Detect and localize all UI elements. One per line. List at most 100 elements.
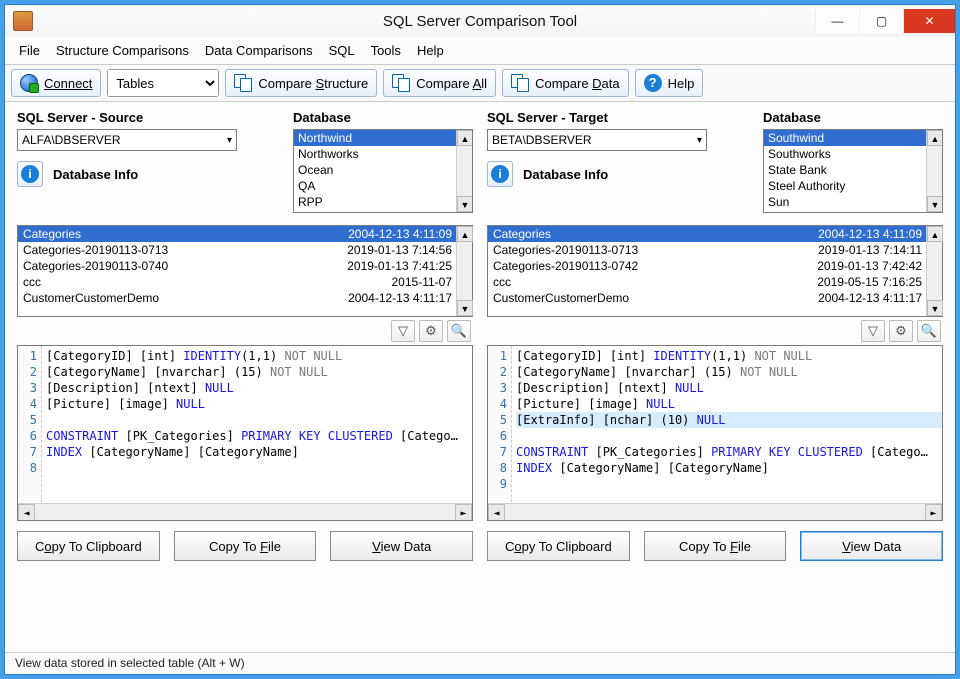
source-view-data-button[interactable]: View Data: [330, 531, 473, 561]
gear-icon: ⚙: [425, 323, 437, 339]
toolbar: Connect Tables Compare Structure Compare…: [5, 65, 955, 102]
search-icon: 🔍: [451, 323, 467, 339]
target-pane: SQL Server - Target BETA\DBSERVER ▾ i Da…: [487, 110, 943, 646]
help-icon: ?: [644, 74, 662, 92]
close-button[interactable]: ✕: [903, 9, 955, 33]
menu-help[interactable]: Help: [417, 43, 444, 58]
target-code-view[interactable]: 123456789 [CategoryID] [int] IDENTITY(1,…: [487, 345, 943, 521]
source-db-info-button[interactable]: i: [17, 161, 43, 187]
list-item[interactable]: Northworks: [294, 146, 472, 162]
scroll-down-icon[interactable]: ▼: [927, 196, 943, 212]
app-window: SQL Server Comparison Tool — ▢ ✕ File St…: [4, 4, 956, 675]
source-mini-toolbar: ▽ ⚙ 🔍: [17, 317, 473, 345]
scroll-down-icon[interactable]: ▼: [457, 300, 473, 316]
scroll-up-icon[interactable]: ▲: [457, 226, 473, 242]
list-item[interactable]: QA: [294, 178, 472, 194]
connect-button[interactable]: Connect: [11, 69, 101, 97]
scrollbar[interactable]: ▲ ▼: [456, 130, 472, 212]
scroll-right-icon[interactable]: ►: [925, 504, 942, 521]
target-database-list[interactable]: SouthwindSouthworksState BankSteel Autho…: [763, 129, 943, 213]
list-item[interactable]: Northwind: [294, 130, 472, 146]
settings-button[interactable]: ⚙: [419, 320, 443, 342]
list-item[interactable]: Steel Authority: [764, 178, 942, 194]
menu-data[interactable]: Data Comparisons: [205, 43, 313, 58]
table-row[interactable]: Categories-20190113-07132019-01-13 7:14:…: [488, 242, 942, 258]
line-gutter: 12345678: [18, 346, 42, 502]
table-row[interactable]: Categories-20190113-07132019-01-13 7:14:…: [18, 242, 472, 258]
menu-file[interactable]: File: [19, 43, 40, 58]
list-item[interactable]: Sun: [764, 194, 942, 210]
scroll-left-icon[interactable]: ◄: [18, 504, 35, 521]
source-tables-list[interactable]: Categories2004-12-13 4:11:09Categories-2…: [17, 225, 473, 317]
titlebar: SQL Server Comparison Tool — ▢ ✕: [5, 5, 955, 37]
object-type-select[interactable]: Tables: [107, 69, 219, 97]
filter-button[interactable]: ▽: [861, 320, 885, 342]
table-row[interactable]: CustomerCustomerDemo2004-12-13 4:11:17: [488, 290, 942, 306]
minimize-button[interactable]: —: [815, 9, 859, 33]
scroll-down-icon[interactable]: ▼: [927, 300, 943, 316]
scroll-up-icon[interactable]: ▲: [457, 130, 473, 146]
target-tables-list[interactable]: Categories2004-12-13 4:11:09Categories-2…: [487, 225, 943, 317]
workspace: SQL Server - Source ALFA\DBSERVER ▾ i Da…: [5, 102, 955, 652]
list-item[interactable]: Ocean: [294, 162, 472, 178]
source-db-info-label: Database Info: [53, 167, 138, 182]
list-item[interactable]: Southwind: [764, 130, 942, 146]
scrollbar[interactable]: ▲ ▼: [456, 226, 472, 316]
list-item[interactable]: Southworks: [764, 146, 942, 162]
target-copy-clipboard-button[interactable]: Copy To Clipboard: [487, 531, 630, 561]
table-row[interactable]: Categories2004-12-13 4:11:09: [18, 226, 472, 242]
scroll-up-icon[interactable]: ▲: [927, 130, 943, 146]
app-icon: [13, 11, 33, 31]
horizontal-scrollbar[interactable]: ◄ ►: [488, 503, 942, 520]
compare-structure-button[interactable]: Compare Structure: [225, 69, 377, 97]
menu-sql[interactable]: SQL: [329, 43, 355, 58]
table-row[interactable]: Categories-20190113-07402019-01-13 7:41:…: [18, 258, 472, 274]
compare-data-button[interactable]: Compare Data: [502, 69, 629, 97]
target-server-combo[interactable]: BETA\DBSERVER ▾: [487, 129, 707, 151]
source-copy-file-button[interactable]: Copy To File: [174, 531, 317, 561]
list-item[interactable]: RPP: [294, 194, 472, 210]
source-copy-clipboard-button[interactable]: Copy To Clipboard: [17, 531, 160, 561]
source-server-label: SQL Server - Source: [17, 110, 279, 125]
horizontal-scrollbar[interactable]: ◄ ►: [18, 503, 472, 520]
table-row[interactable]: ccc2015-11-07: [18, 274, 472, 290]
source-database-label: Database: [293, 110, 473, 125]
maximize-button[interactable]: ▢: [859, 9, 903, 33]
menu-structure[interactable]: Structure Comparisons: [56, 43, 189, 58]
source-database-list[interactable]: NorthwindNorthworksOceanQARPP ▲ ▼: [293, 129, 473, 213]
window-title: SQL Server Comparison Tool: [5, 13, 955, 30]
help-button[interactable]: ? Help: [635, 69, 704, 97]
list-item[interactable]: State Bank: [764, 162, 942, 178]
source-server-value: ALFA\DBSERVER: [22, 133, 120, 147]
search-button[interactable]: 🔍: [917, 320, 941, 342]
target-view-data-button[interactable]: View Data: [800, 531, 943, 561]
scroll-up-icon[interactable]: ▲: [927, 226, 943, 242]
target-server-label: SQL Server - Target: [487, 110, 749, 125]
target-db-info-button[interactable]: i: [487, 161, 513, 187]
scroll-left-icon[interactable]: ◄: [488, 504, 505, 521]
menu-tools[interactable]: Tools: [371, 43, 401, 58]
settings-button[interactable]: ⚙: [889, 320, 913, 342]
compare-all-button[interactable]: Compare All: [383, 69, 496, 97]
scrollbar[interactable]: ▲ ▼: [926, 130, 942, 212]
menu-bar: File Structure Comparisons Data Comparis…: [5, 37, 955, 65]
chevron-down-icon: ▾: [227, 135, 232, 146]
object-type-dropdown[interactable]: Tables: [108, 70, 218, 96]
search-icon: 🔍: [921, 323, 937, 339]
table-row[interactable]: Categories-20190113-07422019-01-13 7:42:…: [488, 258, 942, 274]
connect-icon: [20, 74, 38, 92]
search-button[interactable]: 🔍: [447, 320, 471, 342]
filter-button[interactable]: ▽: [391, 320, 415, 342]
table-row[interactable]: ccc2019-05-15 7:16:25: [488, 274, 942, 290]
code-lines: [CategoryID] [int] IDENTITY(1,1) NOT NUL…: [516, 348, 942, 502]
source-code-view[interactable]: 12345678 [CategoryID] [int] IDENTITY(1,1…: [17, 345, 473, 521]
scrollbar[interactable]: ▲ ▼: [926, 226, 942, 316]
table-row[interactable]: Categories2004-12-13 4:11:09: [488, 226, 942, 242]
target-copy-file-button[interactable]: Copy To File: [644, 531, 787, 561]
source-server-combo[interactable]: ALFA\DBSERVER ▾: [17, 129, 237, 151]
chevron-down-icon: ▾: [697, 135, 702, 146]
funnel-icon: ▽: [398, 323, 408, 339]
table-row[interactable]: CustomerCustomerDemo2004-12-13 4:11:17: [18, 290, 472, 306]
scroll-right-icon[interactable]: ►: [455, 504, 472, 521]
scroll-down-icon[interactable]: ▼: [457, 196, 473, 212]
